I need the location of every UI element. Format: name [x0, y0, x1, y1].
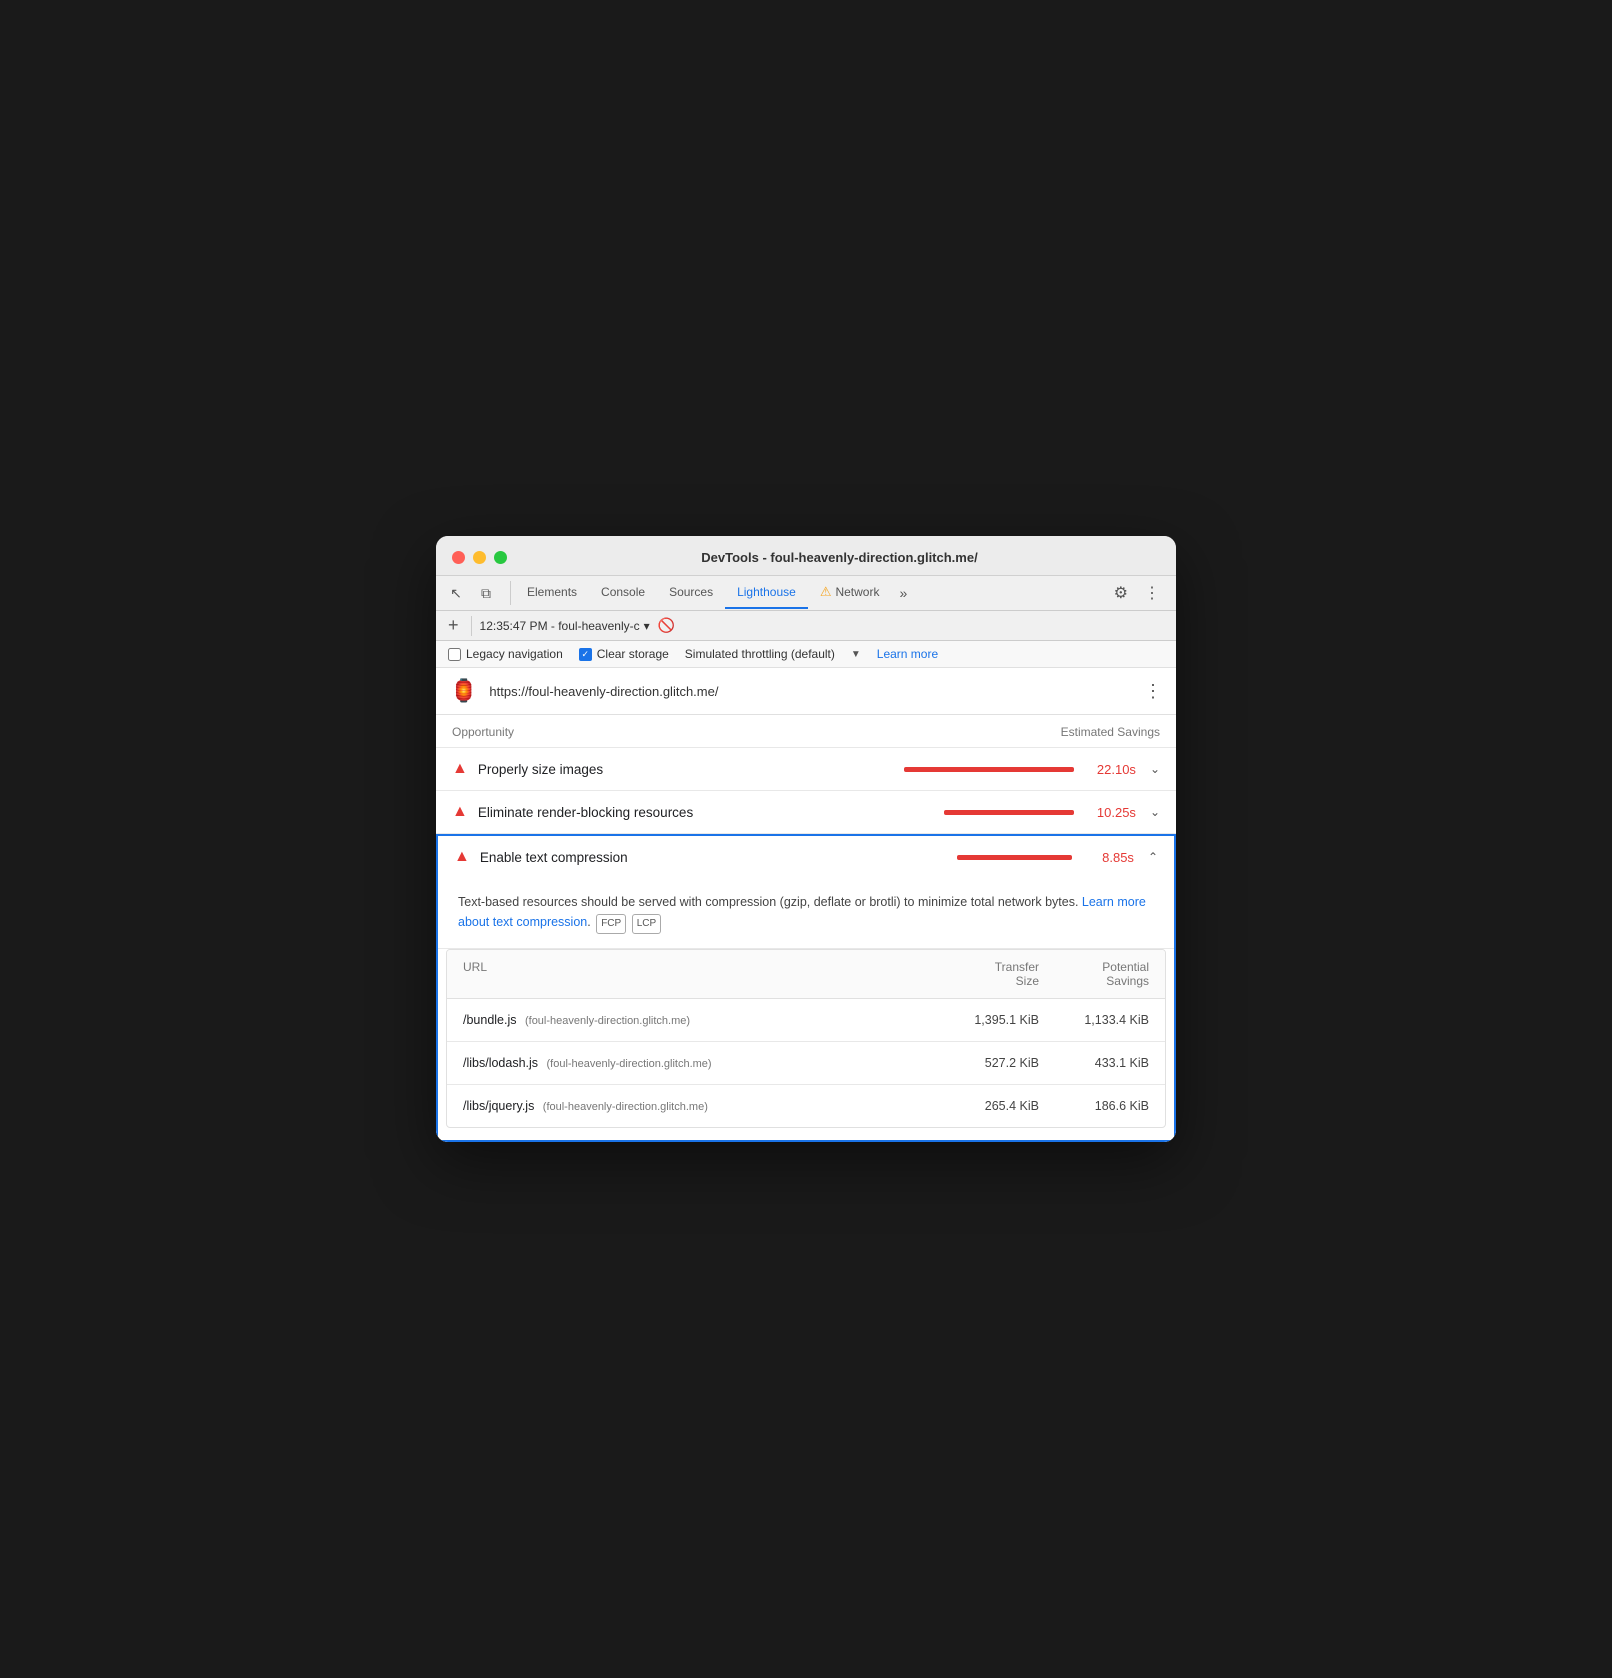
tab-lighthouse[interactable]: Lighthouse: [725, 577, 808, 609]
audit-title: Eliminate render-blocking resources: [478, 805, 934, 820]
tab-console[interactable]: Console: [589, 577, 657, 609]
session-dropdown-arrow: ▾: [644, 619, 650, 633]
resource-transfer-size: 1,395.1 KiB: [939, 1013, 1039, 1027]
audit-title: Properly size images: [478, 762, 894, 777]
col-header-potential-savings: PotentialSavings: [1039, 960, 1149, 988]
tab-elements[interactable]: Elements: [515, 577, 589, 609]
legacy-navigation-option[interactable]: Legacy navigation: [448, 647, 563, 661]
url-more-options-button[interactable]: ⋮: [1144, 681, 1162, 702]
resource-transfer-size: 265.4 KiB: [939, 1099, 1039, 1113]
lighthouse-logo-icon: 🏮: [450, 678, 477, 704]
chevron-down-icon: ⌄: [1150, 805, 1160, 819]
tab-icons: ↖ ⧉: [444, 581, 511, 605]
opportunity-header: Opportunity Estimated Savings: [436, 715, 1176, 748]
tab-network-label: Network: [835, 585, 879, 599]
url-display: https://foul-heavenly-direction.glitch.m…: [489, 684, 1132, 699]
audit-bar-container: [957, 855, 1072, 860]
expanded-section: Text-based resources should be served wi…: [436, 878, 1176, 1142]
estimated-savings-label: Estimated Savings: [1061, 725, 1160, 739]
warning-icon: ⚠: [820, 584, 832, 600]
resource-savings: 433.1 KiB: [1039, 1056, 1149, 1070]
col-header-url: URL: [463, 960, 939, 988]
learn-more-link[interactable]: Learn more: [877, 647, 938, 661]
audit-time: 22.10s: [1084, 762, 1136, 777]
tab-network[interactable]: ⚠ Network: [808, 576, 892, 610]
resources-table: URL TransferSize PotentialSavings /bundl…: [446, 949, 1166, 1128]
throttling-dropdown-arrow[interactable]: ▼: [851, 649, 861, 660]
devtools-tabs: ↖ ⧉ Elements Console Sources Lighthouse …: [436, 576, 1176, 611]
cursor-icon[interactable]: ↖: [444, 581, 468, 605]
warning-triangle-icon: ▲: [454, 848, 470, 866]
settings-button[interactable]: ⚙: [1106, 579, 1136, 607]
table-row: /libs/lodash.js (foul-heavenly-direction…: [447, 1042, 1165, 1085]
legacy-navigation-checkbox[interactable]: [448, 648, 461, 661]
resource-url: /libs/lodash.js (foul-heavenly-direction…: [463, 1054, 939, 1072]
resource-savings: 1,133.4 KiB: [1039, 1013, 1149, 1027]
options-row: Legacy navigation ✓ Clear storage Simula…: [436, 641, 1176, 668]
no-entry-icon: 🚫: [658, 617, 675, 634]
opportunity-label: Opportunity: [452, 725, 514, 739]
audit-time: 10.25s: [1084, 805, 1136, 820]
chevron-down-icon: ⌄: [1150, 762, 1160, 776]
session-selector[interactable]: 12:35:47 PM - foul-heavenly-c ▾: [480, 619, 650, 633]
close-button[interactable]: [452, 551, 465, 564]
more-options-button[interactable]: ⋮: [1136, 579, 1168, 607]
warning-triangle-icon: ▲: [452, 760, 468, 778]
main-content: Opportunity Estimated Savings ▲ Properly…: [436, 715, 1176, 1142]
window-title: DevTools - foul-heavenly-direction.glitc…: [519, 550, 1160, 565]
throttling-label: Simulated throttling (default): [685, 647, 835, 661]
layers-icon[interactable]: ⧉: [474, 581, 498, 605]
maximize-button[interactable]: [494, 551, 507, 564]
resource-transfer-size: 527.2 KiB: [939, 1056, 1039, 1070]
minimize-button[interactable]: [473, 551, 486, 564]
table-header: URL TransferSize PotentialSavings: [447, 950, 1165, 999]
resource-savings: 186.6 KiB: [1039, 1099, 1149, 1113]
audit-time: 8.85s: [1082, 850, 1134, 865]
resource-url: /bundle.js (foul-heavenly-direction.glit…: [463, 1011, 939, 1029]
expanded-description: Text-based resources should be served wi…: [438, 878, 1174, 949]
fcp-badge: FCP: [596, 914, 626, 934]
audit-row-eliminate-render-blocking[interactable]: ▲ Eliminate render-blocking resources 10…: [436, 791, 1176, 834]
audit-savings-bar: [944, 810, 1074, 815]
session-label: 12:35:47 PM - foul-heavenly-c: [480, 619, 640, 633]
audit-row-properly-size-images[interactable]: ▲ Properly size images 22.10s ⌄: [436, 748, 1176, 791]
resource-url: /libs/jquery.js (foul-heavenly-direction…: [463, 1097, 939, 1115]
clear-storage-checkbox[interactable]: ✓: [579, 648, 592, 661]
audit-savings-bar: [957, 855, 1072, 860]
tab-sources[interactable]: Sources: [657, 577, 725, 609]
table-row: /bundle.js (foul-heavenly-direction.glit…: [447, 999, 1165, 1042]
chevron-up-icon: ⌃: [1148, 850, 1158, 864]
traffic-lights: [452, 551, 507, 564]
toolbar-divider: [471, 616, 472, 636]
col-header-transfer-size: TransferSize: [939, 960, 1039, 988]
devtools-window: DevTools - foul-heavenly-direction.glitc…: [436, 536, 1176, 1142]
clear-storage-option[interactable]: ✓ Clear storage: [579, 647, 669, 661]
audit-bar-container: [944, 810, 1074, 815]
toolbar-row: + 12:35:47 PM - foul-heavenly-c ▾ 🚫: [436, 611, 1176, 641]
audit-savings-bar: [904, 767, 1074, 772]
clear-storage-label: Clear storage: [597, 647, 669, 661]
title-bar: DevTools - foul-heavenly-direction.glitc…: [436, 536, 1176, 576]
url-row: 🏮 https://foul-heavenly-direction.glitch…: [436, 668, 1176, 715]
add-session-button[interactable]: +: [444, 615, 463, 636]
more-tabs-button[interactable]: »: [891, 579, 915, 607]
legacy-navigation-label: Legacy navigation: [466, 647, 563, 661]
audit-row-enable-text-compression[interactable]: ▲ Enable text compression 8.85s ⌃: [436, 834, 1176, 878]
audit-bar-container: [904, 767, 1074, 772]
table-row: /libs/jquery.js (foul-heavenly-direction…: [447, 1085, 1165, 1127]
lcp-badge: LCP: [632, 914, 661, 934]
description-text: Text-based resources should be served wi…: [458, 895, 1078, 909]
audit-title: Enable text compression: [480, 850, 947, 865]
warning-triangle-icon: ▲: [452, 803, 468, 821]
